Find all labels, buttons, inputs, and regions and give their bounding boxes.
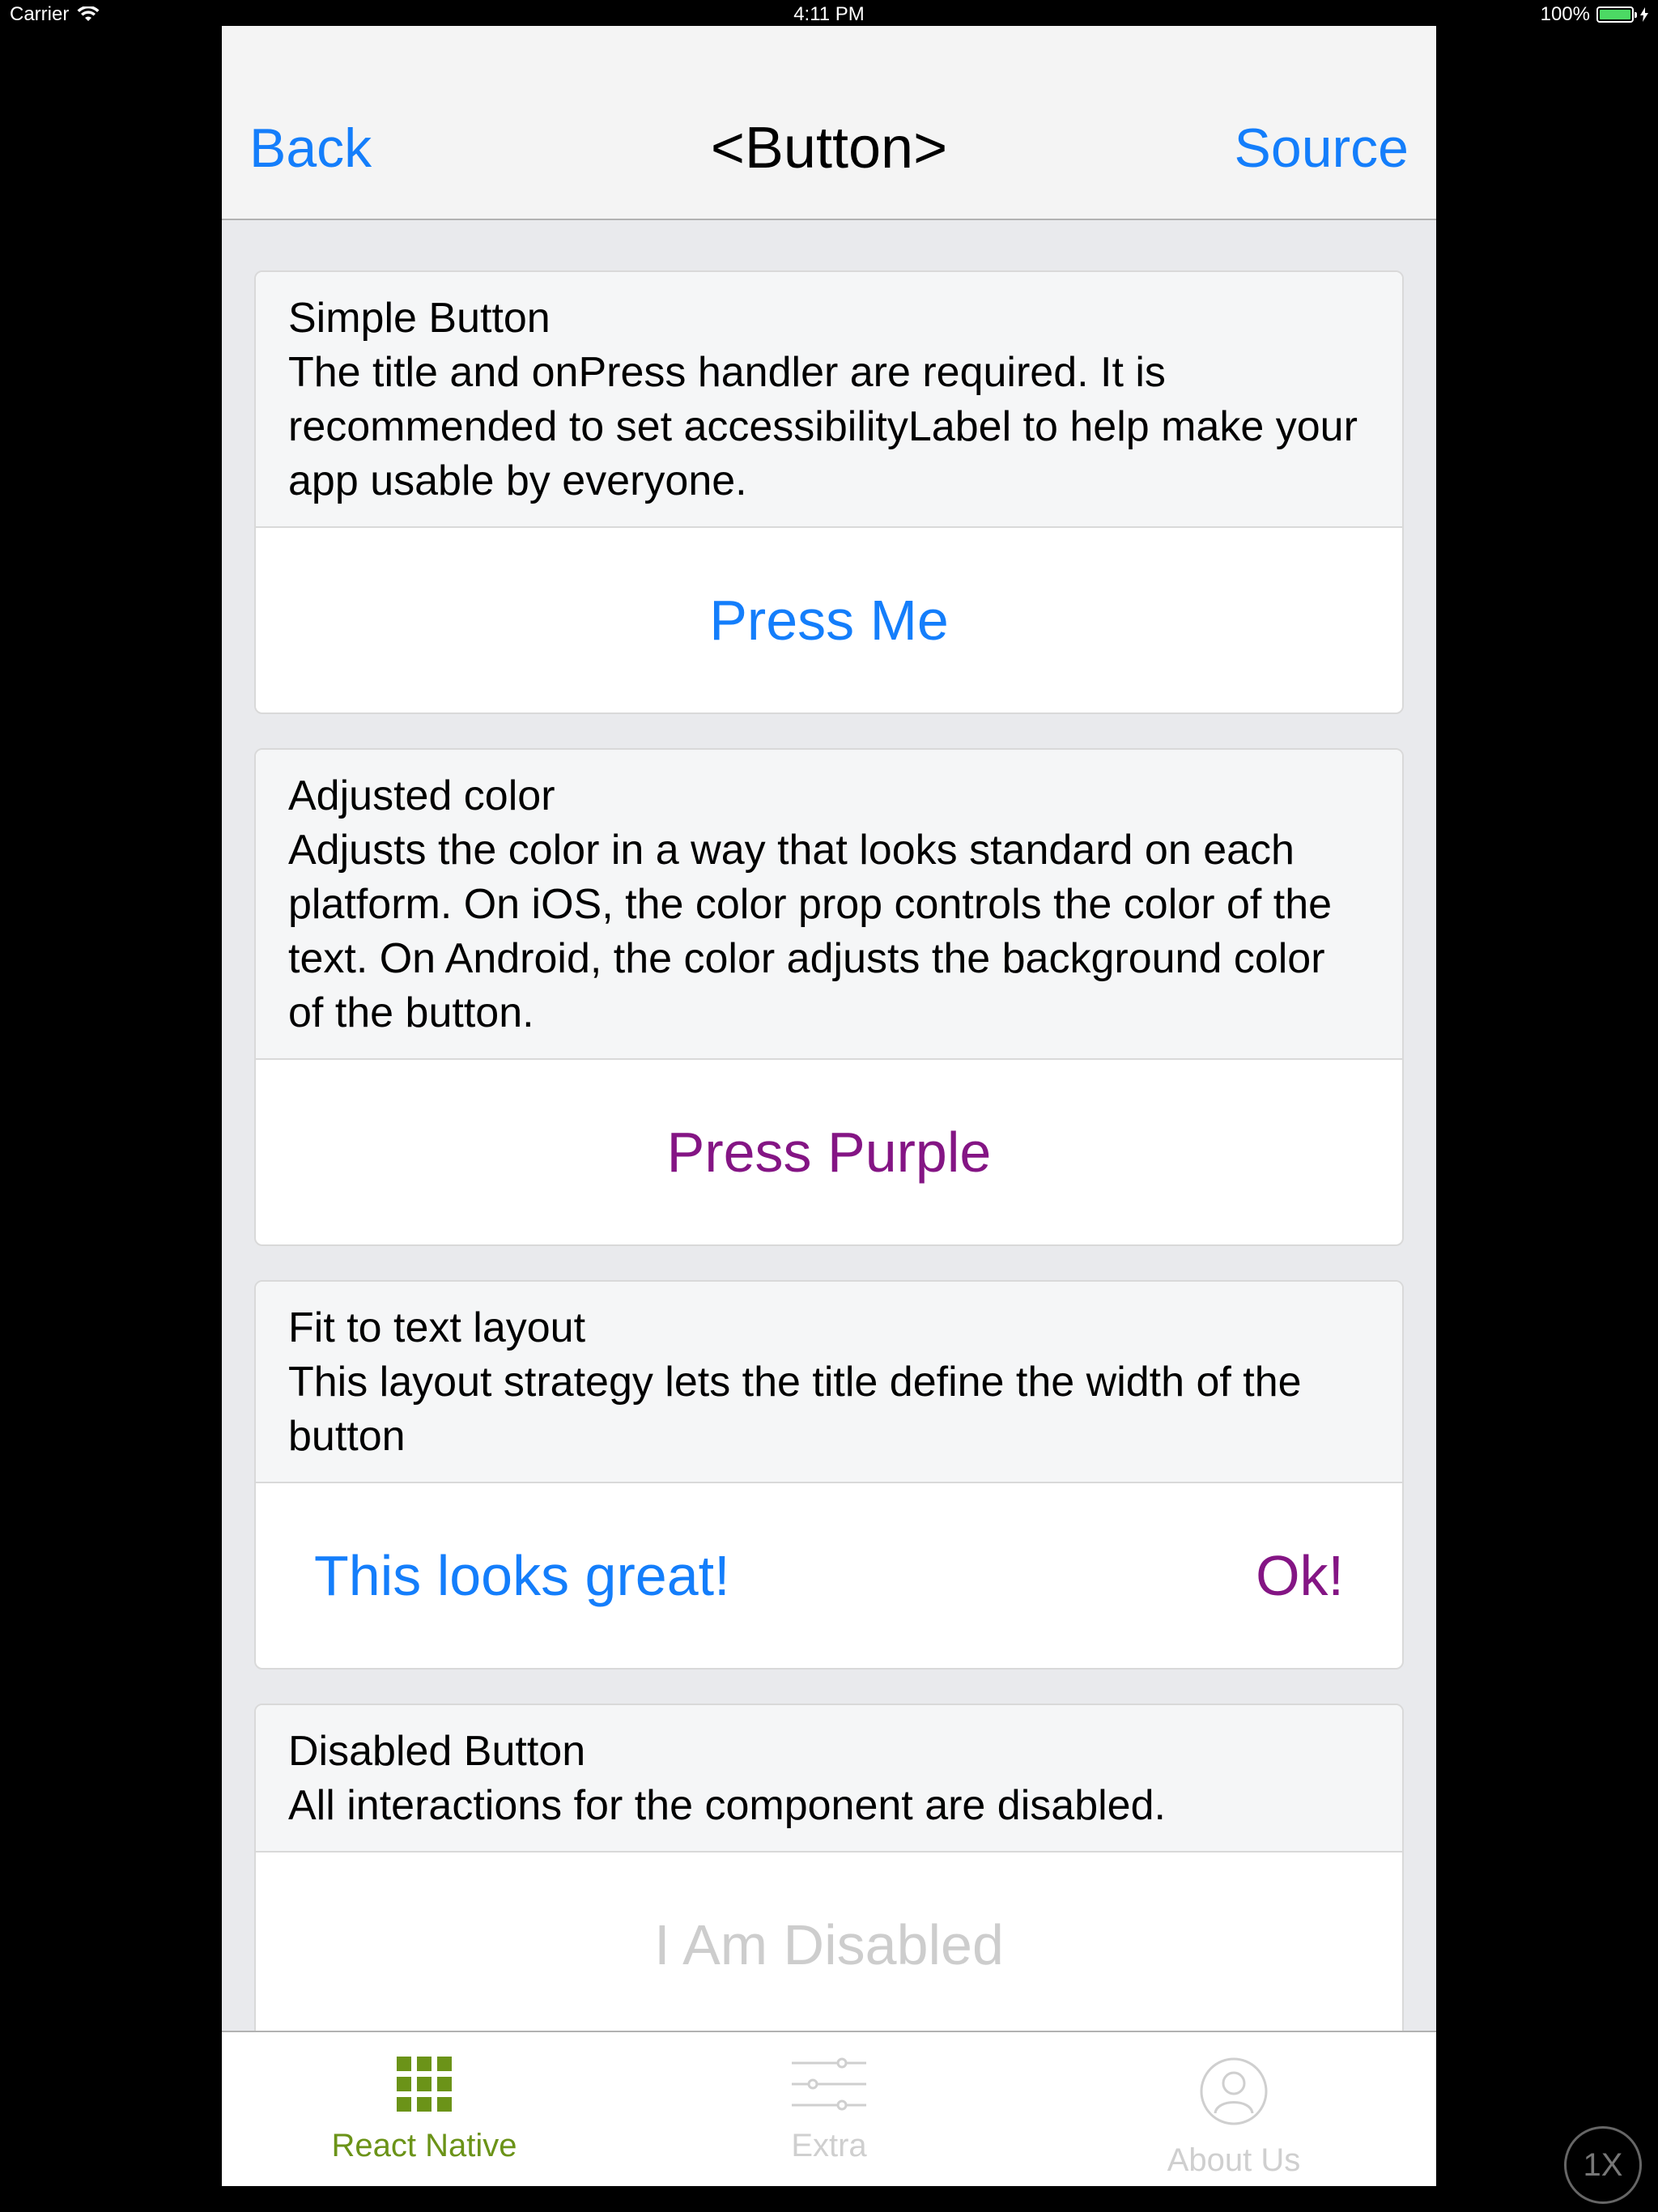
grid-icon xyxy=(397,2057,452,2112)
card-description: The title and onPress handler are requir… xyxy=(288,349,1358,504)
card-title: Fit to text layout xyxy=(288,1304,586,1351)
status-bar: Carrier 4:11 PM 100% xyxy=(0,0,1658,26)
card-body: This looks great! Ok! xyxy=(256,1483,1402,1668)
sliders-icon xyxy=(792,2057,866,2111)
card-description: This layout strategy lets the title defi… xyxy=(288,1359,1302,1460)
battery-level xyxy=(1600,10,1630,19)
card-header: Adjusted color Adjusts the color in a wa… xyxy=(256,750,1402,1060)
examples-list[interactable]: Simple Button The title and onPress hand… xyxy=(254,270,1404,2073)
tab-extra[interactable]: Extra xyxy=(627,2032,1031,2186)
tab-label: React Native xyxy=(331,2128,517,2163)
example-card-fit-to-text: Fit to text layout This layout strategy … xyxy=(254,1280,1404,1670)
press-purple-button[interactable]: Press Purple xyxy=(667,1120,992,1185)
source-button[interactable]: Source xyxy=(1235,117,1409,180)
battery-icon xyxy=(1596,6,1637,23)
example-card-disabled-button: Disabled Button All interactions for the… xyxy=(254,1704,1404,2039)
card-description: Adjusts the color in a way that looks st… xyxy=(288,827,1333,1036)
card-header: Disabled Button All interactions for the… xyxy=(256,1705,1402,1853)
battery-percent: 100% xyxy=(1540,3,1590,25)
press-me-button[interactable]: Press Me xyxy=(709,588,949,653)
card-description: All interactions for the component are d… xyxy=(288,1782,1166,1829)
card-body: I Am Disabled xyxy=(256,1853,1402,2037)
card-body: Press Purple xyxy=(256,1060,1402,1244)
navigation-bar: Back <Button> Source xyxy=(222,26,1436,220)
battery-indicator: 100% xyxy=(1541,3,1648,26)
this-looks-great-button[interactable]: This looks great! xyxy=(314,1543,730,1608)
card-header: Simple Button The title and onPress hand… xyxy=(256,272,1402,528)
zoom-badge[interactable]: 1X xyxy=(1564,2126,1642,2204)
example-card-simple-button: Simple Button The title and onPress hand… xyxy=(254,270,1404,714)
card-title: Adjusted color xyxy=(288,772,555,819)
tab-about-us[interactable]: About Us xyxy=(1031,2032,1436,2186)
user-icon xyxy=(1200,2057,1268,2125)
card-title: Disabled Button xyxy=(288,1728,586,1775)
ok-button[interactable]: Ok! xyxy=(1256,1543,1344,1608)
tab-label: About Us xyxy=(1167,2142,1301,2178)
example-card-adjusted-color: Adjusted color Adjusts the color in a wa… xyxy=(254,748,1404,1246)
status-time: 4:11 PM xyxy=(793,3,865,25)
tab-bar: React Native Extra About Us xyxy=(222,2031,1436,2186)
tab-react-native[interactable]: React Native xyxy=(222,2032,627,2186)
app-window: Back <Button> Source Simple Button The t… xyxy=(222,26,1436,2186)
card-body: Press Me xyxy=(256,528,1402,713)
charging-bolt-icon xyxy=(1640,7,1648,22)
card-header: Fit to text layout This layout strategy … xyxy=(256,1282,1402,1483)
disabled-button: I Am Disabled xyxy=(654,1913,1004,1976)
card-title: Simple Button xyxy=(288,295,551,342)
tab-label: Extra xyxy=(791,2128,867,2163)
